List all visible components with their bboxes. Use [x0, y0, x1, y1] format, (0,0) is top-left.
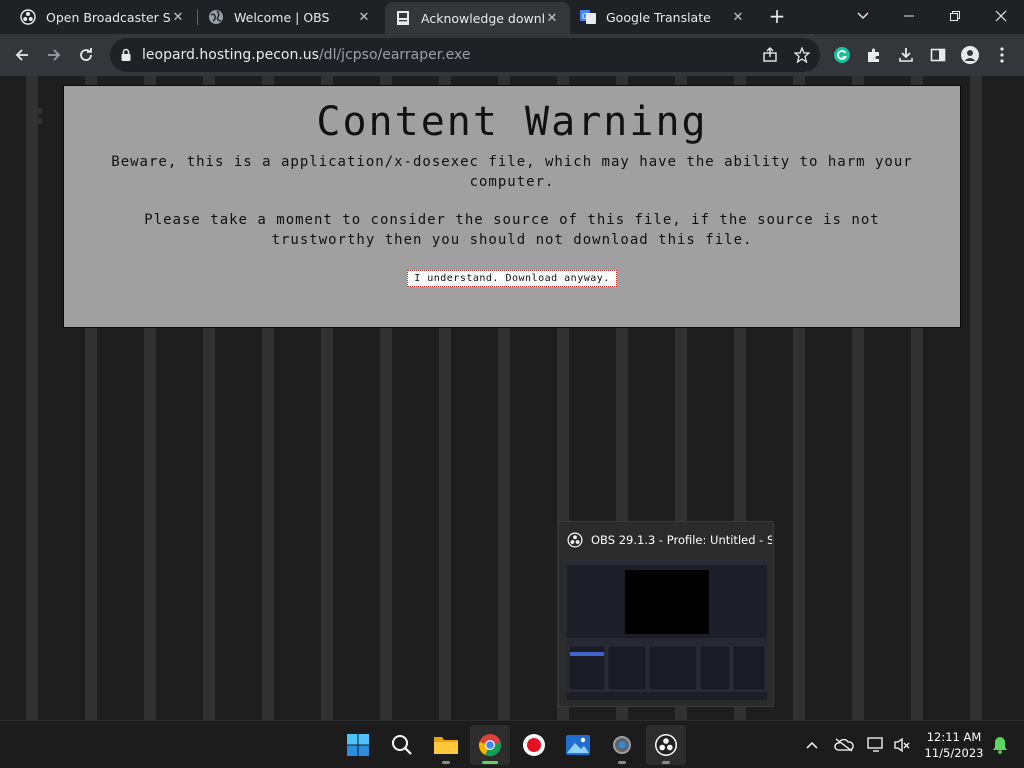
download-anyway-button[interactable]: I understand. Download anyway. [407, 270, 617, 287]
volume-muted-icon [894, 737, 910, 753]
share-button[interactable] [756, 41, 784, 69]
obs-thumbnail [567, 560, 767, 700]
menu-button[interactable] [988, 41, 1016, 69]
preview-title-bar: OBS 29.1.3 - Profile: Untitled - S... [567, 532, 772, 548]
tab-title: Acknowledge download [421, 10, 544, 26]
tab-search-button[interactable] [840, 0, 886, 32]
photos-icon [566, 735, 590, 755]
tab-welcome-obs[interactable]: Welcome | OBS ✕ [198, 0, 382, 34]
profile-button[interactable] [956, 41, 984, 69]
forward-button[interactable] [40, 41, 68, 69]
url-host: leopard.hosting.pecon.us [142, 47, 319, 63]
settings-icon [613, 736, 631, 754]
puzzle-icon [868, 48, 879, 62]
back-button[interactable] [8, 41, 36, 69]
tab-title: Google Translate [606, 9, 711, 25]
cloud-off-icon [834, 738, 854, 752]
tab-google-translate[interactable]: G Google Translate ✕ [570, 0, 756, 34]
network-button[interactable] [864, 733, 888, 757]
download-icon [899, 48, 913, 62]
settings-button[interactable] [602, 725, 642, 765]
svg-text:G: G [582, 12, 588, 21]
obs-icon [20, 9, 36, 25]
close-icon [995, 10, 1007, 22]
minimize-button[interactable] [886, 0, 932, 32]
downloads-button[interactable] [892, 41, 920, 69]
extensions-button[interactable] [860, 41, 888, 69]
forward-arrow-icon [48, 49, 61, 61]
warning-paragraph: Beware, this is a application/x-dosexec … [111, 154, 913, 190]
globe-icon [208, 9, 224, 25]
browser-toolbar: leopard.hosting.pecon.us/dl/jcpso/earrap… [0, 34, 1024, 76]
tab-acknowledge-download[interactable]: Acknowledge download ✕ [385, 2, 570, 34]
clock-date: 11/5/2023 [924, 746, 984, 760]
photos-app-button[interactable] [558, 725, 598, 765]
chrome-taskbar-button[interactable] [470, 725, 510, 765]
obs-icon [567, 532, 583, 548]
chrome-icon [479, 734, 501, 757]
close-tab-icon[interactable]: ✕ [730, 9, 746, 25]
bookmark-button[interactable] [788, 41, 816, 69]
obs-icon [655, 734, 677, 756]
windows-taskbar: 12:11 AM 11/5/2023 [0, 720, 1024, 768]
notifications-button[interactable] [988, 733, 1012, 757]
onedrive-button[interactable] [832, 733, 856, 757]
bell-icon [993, 737, 1007, 754]
minimize-icon [904, 15, 914, 17]
share-icon [763, 47, 777, 62]
reload-button[interactable] [72, 41, 100, 69]
file-explorer-button[interactable] [426, 725, 466, 765]
chevron-down-icon [857, 12, 869, 19]
content-warning-box: Content Warning Beware, this is a applic… [63, 85, 961, 328]
tab-title: Open Broadcaster Software [46, 9, 170, 25]
file-explorer-icon [434, 737, 458, 754]
tab-strip: Open Broadcaster Software ✕ Welcome | OB… [0, 0, 1024, 34]
page-viewport: Content Warning Beware, this is a applic… [0, 76, 1024, 720]
side-panel-icon [930, 48, 946, 62]
tab-obs-software[interactable]: Open Broadcaster Software ✕ [10, 0, 196, 34]
record-app-button[interactable] [514, 725, 554, 765]
profile-avatar-icon [961, 46, 979, 64]
star-icon [794, 47, 810, 63]
side-panel-button[interactable] [924, 41, 952, 69]
back-arrow-icon [15, 49, 28, 61]
clock[interactable]: 12:11 AM 11/5/2023 [918, 729, 990, 761]
show-hidden-icons-button[interactable] [800, 733, 824, 757]
search-button[interactable] [382, 725, 422, 765]
grammarly-extension-button[interactable] [828, 41, 856, 69]
volume-button[interactable] [890, 733, 914, 757]
clock-time: 12:11 AM [926, 730, 982, 744]
url-path: /dl/jcpso/earraper.exe [318, 47, 471, 63]
tab-title: Welcome | OBS [234, 9, 330, 25]
network-icon [867, 737, 883, 752]
kebab-menu-icon [1000, 47, 1004, 63]
start-icon [347, 734, 369, 756]
google-translate-icon: G [580, 9, 596, 25]
reload-icon [80, 48, 92, 61]
lock-icon[interactable] [120, 47, 132, 66]
obs-taskbar-button[interactable] [646, 725, 686, 765]
close-window-button[interactable] [978, 0, 1024, 32]
record-icon [523, 734, 545, 756]
grammarly-icon [834, 47, 850, 63]
restore-icon [950, 11, 960, 21]
page-title: Content Warning [316, 99, 708, 145]
restore-button[interactable] [932, 0, 978, 32]
close-tab-icon[interactable]: ✕ [356, 9, 372, 25]
obs-window-preview[interactable]: OBS 29.1.3 - Profile: Untitled - S... [558, 521, 774, 707]
chevron-up-icon [806, 741, 818, 749]
close-tab-icon[interactable]: ✕ [544, 10, 560, 26]
search-icon [392, 735, 412, 755]
start-button[interactable] [338, 725, 378, 765]
close-tab-icon[interactable]: ✕ [170, 9, 186, 25]
advice-paragraph: Please take a moment to consider the sou… [144, 212, 880, 248]
preview-title: OBS 29.1.3 - Profile: Untitled - S... [591, 533, 772, 547]
address-bar[interactable]: leopard.hosting.pecon.us/dl/jcpso/earrap… [110, 38, 820, 72]
url-text: leopard.hosting.pecon.us/dl/jcpso/earrap… [142, 47, 471, 63]
document-icon [395, 10, 411, 26]
new-tab-button[interactable]: + [765, 6, 789, 28]
